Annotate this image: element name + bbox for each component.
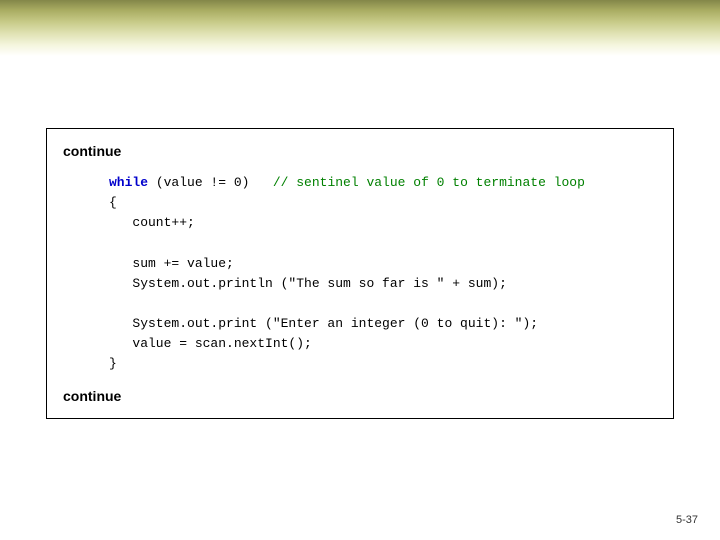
code-open-brace: { bbox=[109, 195, 117, 210]
code-close-brace: } bbox=[109, 356, 117, 371]
code-listing: while (value != 0) // sentinel value of … bbox=[63, 173, 657, 374]
code-panel: continue while (value != 0) // sentinel … bbox=[46, 128, 674, 419]
header-gradient-bar bbox=[0, 0, 720, 56]
code-line-print: System.out.print ("Enter an integer (0 t… bbox=[109, 316, 538, 331]
continue-label-top: continue bbox=[63, 143, 657, 159]
code-condition: (value != 0) bbox=[148, 175, 273, 190]
code-line-count: count++; bbox=[109, 215, 195, 230]
continue-label-bottom: continue bbox=[63, 388, 657, 404]
code-line-scan: value = scan.nextInt(); bbox=[109, 336, 312, 351]
code-line-sum: sum += value; bbox=[109, 256, 234, 271]
code-comment: // sentinel value of 0 to terminate loop bbox=[273, 175, 585, 190]
keyword-while: while bbox=[109, 175, 148, 190]
page-number: 5-37 bbox=[676, 514, 698, 526]
code-line-println: System.out.println ("The sum so far is "… bbox=[109, 276, 507, 291]
